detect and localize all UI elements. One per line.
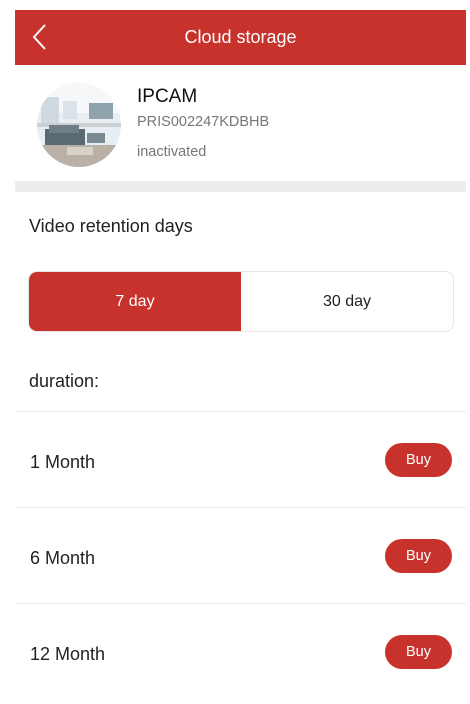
duration-label: duration: [29, 371, 100, 391]
section-divider [15, 181, 466, 192]
device-thumbnail [37, 83, 121, 167]
plan-row: 12 Month Buy [15, 603, 466, 699]
plan-label: 6 Month [30, 548, 96, 568]
retention-title: Video retention days [29, 216, 193, 236]
plan-row: 6 Month Buy [15, 507, 466, 603]
page-title: Cloud storage [184, 27, 297, 47]
buy-button[interactable]: Buy [385, 539, 452, 573]
buy-button[interactable]: Buy [385, 443, 452, 477]
app-header: Cloud storage [15, 10, 466, 65]
retention-option-30-day[interactable]: 30 day [241, 272, 453, 331]
device-card: IPCAM PRIS002247KDBHB inactivated [15, 66, 466, 180]
device-name: IPCAM [137, 86, 198, 107]
plan-label: 1 Month [30, 452, 96, 472]
plan-label: 12 Month [30, 644, 106, 664]
plan-row: 1 Month Buy [15, 411, 466, 507]
chevron-left-icon [32, 24, 46, 50]
retention-option-7-day[interactable]: 7 day [29, 272, 241, 331]
back-button[interactable] [29, 23, 51, 51]
retention-selector: 7 day 30 day [28, 271, 454, 332]
device-serial: PRIS002247KDBHB [137, 114, 270, 130]
device-status: inactivated [137, 144, 207, 160]
